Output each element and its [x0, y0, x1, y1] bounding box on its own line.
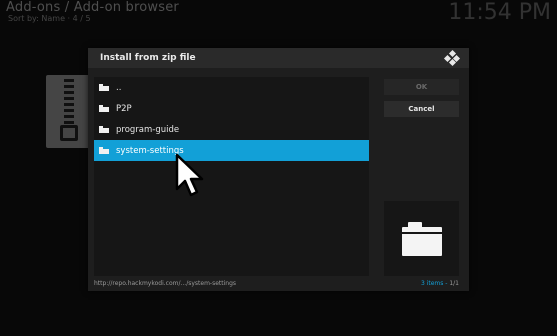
mouse-cursor-icon: [175, 153, 204, 197]
list-item-label: P2P: [116, 103, 132, 114]
list-item-label: system-settings: [116, 145, 184, 156]
list-item-label: ..: [116, 82, 122, 93]
large-folder-icon: [401, 221, 442, 256]
list-item-label: program-guide: [116, 124, 180, 135]
list-item-system-settings[interactable]: system-settings: [94, 140, 369, 161]
list-item-parent[interactable]: ..: [94, 77, 369, 98]
folder-icon: [99, 147, 109, 154]
dialog-header: Install from zip file: [88, 48, 469, 68]
folder-icon: [99, 105, 109, 112]
current-path: http://repo.hackmykodi.com/.../system-se…: [94, 280, 237, 287]
list-item-p2p[interactable]: P2P: [94, 98, 369, 119]
folder-icon: [99, 126, 109, 133]
parent-folder-icon: [99, 84, 109, 91]
item-count: 3 items - 1/1: [421, 280, 459, 287]
folder-preview: [384, 201, 459, 276]
list-item-program-guide[interactable]: program-guide: [94, 119, 369, 140]
install-from-zip-dialog: Install from zip file .. P2P program-gui…: [88, 48, 469, 291]
dialog-title: Install from zip file: [100, 53, 196, 63]
cancel-button[interactable]: Cancel: [384, 101, 459, 117]
page-indicator: 1/1: [449, 280, 459, 287]
file-list[interactable]: .. P2P program-guide system-settings: [94, 77, 369, 276]
ok-button[interactable]: OK: [384, 79, 459, 95]
kodi-logo-icon: [443, 49, 461, 67]
item-count-text: 3 items -: [420, 280, 450, 287]
